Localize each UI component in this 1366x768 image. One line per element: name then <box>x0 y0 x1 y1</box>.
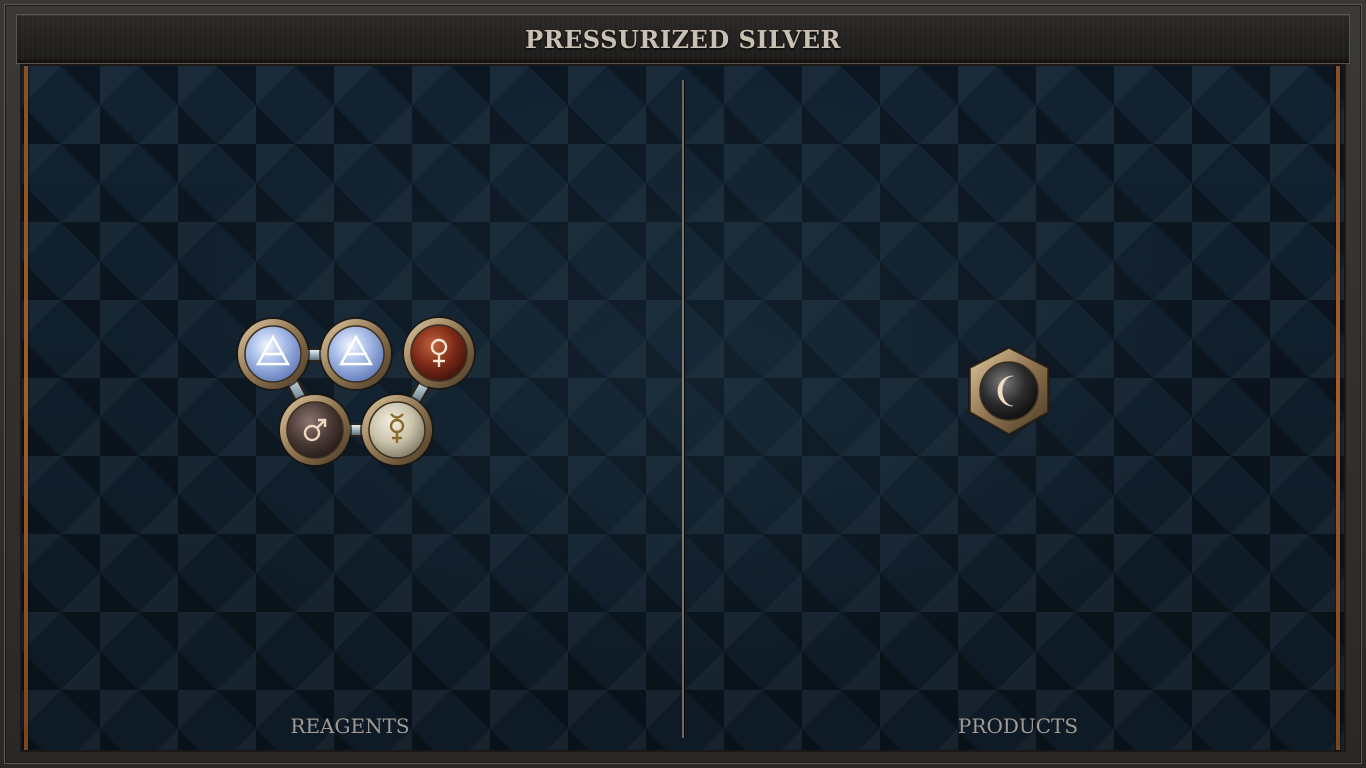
panel-divider <box>682 80 684 738</box>
reagent-atom-quicksilver[interactable] <box>360 393 434 467</box>
title-bar: PRESSURIZED SILVER <box>16 14 1350 64</box>
reagent-atom-copper[interactable] <box>402 316 476 390</box>
reagent-atom-iron[interactable] <box>278 393 352 467</box>
left-edge-accent <box>24 66 28 750</box>
products-label: PRODUCTS <box>957 714 1079 738</box>
puzzle-title: PRESSURIZED SILVER <box>525 24 841 54</box>
right-edge-accent <box>1336 66 1340 750</box>
reagent-atom-air-2[interactable] <box>319 317 393 391</box>
puzzle-frame: PRESSURIZED SILVER REAGENTS PRODUCTS <box>0 0 1366 768</box>
reagents-label: REAGENTS <box>290 714 410 738</box>
reagent-atom-air-1[interactable] <box>236 317 310 391</box>
